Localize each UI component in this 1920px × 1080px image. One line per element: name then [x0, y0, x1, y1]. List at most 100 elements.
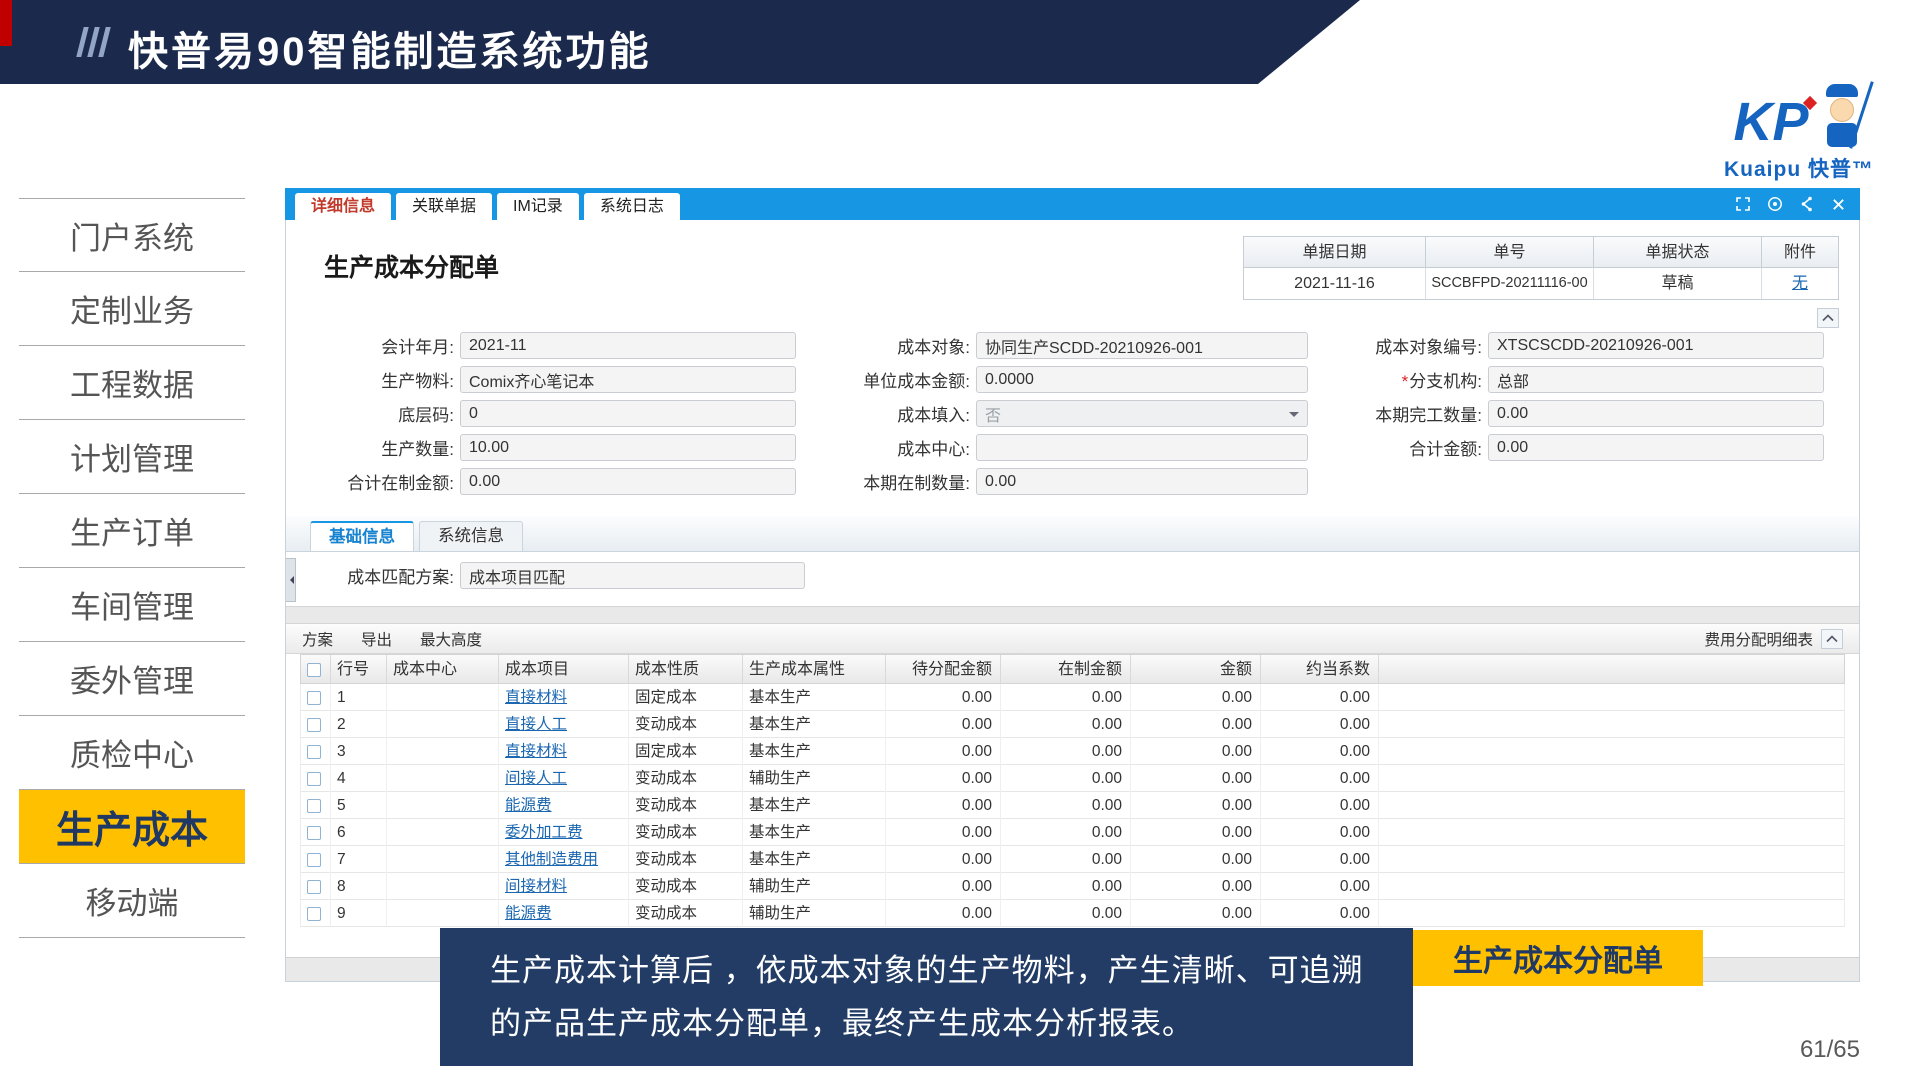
sidebar-item-portal[interactable]: 门户系统	[19, 198, 245, 272]
chevron-down-icon	[1289, 412, 1299, 422]
accounting-period-input[interactable]	[460, 332, 796, 359]
production-material-input[interactable]	[460, 366, 796, 393]
bottom-level-code-input[interactable]	[460, 400, 796, 427]
cost-match-input[interactable]	[460, 562, 805, 589]
doc-date-value: 2021-11-16	[1244, 268, 1426, 299]
col-amount: 金额	[1131, 655, 1261, 685]
cost-grid: 行号 成本中心 成本项目 成本性质 生产成本属性 待分配金额 在制金额 金额 约…	[300, 654, 1845, 927]
sidebar-item-engineering-data[interactable]: 工程数据	[19, 346, 245, 420]
row-checkbox[interactable]	[307, 691, 321, 705]
row-checkbox[interactable]	[307, 745, 321, 759]
subtab-system-info[interactable]: 系统信息	[419, 521, 523, 551]
tab-im-records[interactable]: IM记录	[497, 193, 579, 220]
total-wip-amount-input[interactable]	[460, 468, 796, 495]
col-cost-item: 成本项目	[499, 655, 629, 685]
header-table: 单据日期 单号 单据状态 附件 2021-11-16 SCCBFPD-20211…	[1243, 236, 1839, 300]
attachment-link[interactable]: 无	[1792, 275, 1808, 292]
row-checkbox[interactable]	[307, 772, 321, 786]
scheme-button[interactable]: 方案	[302, 628, 333, 650]
col-cost-nature: 成本性质	[629, 655, 743, 685]
tab-system-log[interactable]: 系统日志	[584, 193, 680, 220]
cost-item-link[interactable]: 间接人工	[505, 770, 567, 787]
caption-line-2: 的产品生产成本分配单，最终产生成本分析报表。	[490, 997, 1383, 1050]
header-collapse-button[interactable]	[1817, 308, 1839, 328]
panel-collapse-handle[interactable]	[286, 558, 296, 602]
wip-qty-input[interactable]	[976, 468, 1308, 495]
row-checkbox[interactable]	[307, 853, 321, 867]
window-tabbar: 详细信息 关联单据 IM记录 系统日志	[285, 188, 1860, 220]
production-qty-input[interactable]	[460, 434, 796, 461]
sidebar-item-production-order[interactable]: 生产订单	[19, 494, 245, 568]
share-icon[interactable]	[1799, 196, 1815, 212]
caption-box: 生产成本计算后 ，依成本对象的生产物料，产生清晰、可追溯 的产品生产成本分配单，…	[440, 928, 1413, 1066]
sidebar-item-custom-business[interactable]: 定制业务	[19, 272, 245, 346]
cost-item-link[interactable]: 间接材料	[505, 878, 567, 895]
table-row[interactable]: 2直接人工变动成本基本生产0.000.000.000.00	[300, 711, 1845, 738]
logo-wordmark: Kuaipu 快普™	[1724, 153, 1874, 183]
chevron-left-icon	[286, 576, 294, 584]
unit-cost-amount-input[interactable]	[976, 366, 1308, 393]
subtab-basic-info[interactable]: 基础信息	[310, 521, 414, 551]
cost-item-link[interactable]: 能源费	[505, 797, 552, 814]
table-row[interactable]: 1直接材料固定成本基本生产0.000.000.000.00	[300, 684, 1845, 711]
table-row[interactable]: 8间接材料变动成本辅助生产0.000.000.000.00	[300, 873, 1845, 900]
sidebar-item-workshop-management[interactable]: 车间管理	[19, 568, 245, 642]
table-row[interactable]: 5能源费变动成本基本生产0.000.000.000.00	[300, 792, 1845, 819]
row-checkbox[interactable]	[307, 799, 321, 813]
col-cost-attr: 生产成本属性	[743, 655, 886, 685]
table-row[interactable]: 4间接人工变动成本辅助生产0.000.000.000.00	[300, 765, 1845, 792]
fullscreen-icon[interactable]	[1735, 196, 1751, 212]
select-all-checkbox[interactable]	[307, 663, 321, 677]
tab-related-documents[interactable]: 关联单据	[396, 193, 492, 220]
cost-item-link[interactable]: 能源费	[505, 905, 552, 922]
row-checkbox[interactable]	[307, 826, 321, 840]
sidebar-item-outsourcing[interactable]: 委外管理	[19, 642, 245, 716]
table-row[interactable]: 3直接材料固定成本基本生产0.000.000.000.00	[300, 738, 1845, 765]
cost-item-link[interactable]: 直接材料	[505, 689, 567, 706]
grid-collapse-button[interactable]	[1821, 629, 1843, 649]
logo-mascot	[1819, 84, 1865, 150]
document-form: 会计年月: 成本对象: 成本对象编号: 生产物料: 单位成本金额: *分支机构:…	[316, 332, 1824, 495]
chevron-up-icon	[1822, 314, 1834, 322]
table-row[interactable]: 6委外加工费变动成本基本生产0.000.000.000.00	[300, 819, 1845, 846]
cost-item-link[interactable]: 委外加工费	[505, 824, 583, 841]
sidebar-item-quality-center[interactable]: 质检中心	[19, 716, 245, 790]
cost-item-link[interactable]: 直接材料	[505, 743, 567, 760]
cost-center-input[interactable]	[976, 434, 1308, 461]
section-splitter	[286, 606, 1859, 624]
cost-object-no-input[interactable]	[1488, 332, 1824, 359]
branch-input[interactable]	[1488, 366, 1824, 393]
attachment-header: 附件	[1762, 237, 1838, 268]
row-checkbox[interactable]	[307, 718, 321, 732]
sidebar-item-mobile[interactable]: 移动端	[19, 864, 245, 938]
sidebar-item-plan-management[interactable]: 计划管理	[19, 420, 245, 494]
logo-mark: KP	[1733, 94, 1808, 150]
cost-fill-select[interactable]: 否	[976, 400, 1308, 427]
tab-detail-info[interactable]: 详细信息	[295, 193, 391, 220]
completed-qty-input[interactable]	[1488, 400, 1824, 427]
kuaipu-logo: KP Kuaipu 快普™	[1704, 84, 1894, 183]
close-icon[interactable]	[1831, 197, 1846, 212]
total-amount-input[interactable]	[1488, 434, 1824, 461]
row-checkbox[interactable]	[307, 907, 321, 921]
row-checkbox[interactable]	[307, 880, 321, 894]
doc-status-header: 单据状态	[1594, 237, 1762, 268]
doc-number-value: SCCBFPD-20211116-00	[1426, 268, 1594, 299]
required-mark: *	[1402, 372, 1409, 391]
sidebar-item-production-cost[interactable]: 生产成本	[19, 790, 245, 864]
slide: 快普易90智能制造系统功能 KP Kuaipu 快普™ 门户系统 定制业务 工程…	[0, 0, 1920, 1080]
max-height-button[interactable]: 最大高度	[420, 628, 482, 650]
cost-item-link[interactable]: 直接人工	[505, 716, 567, 733]
col-coefficient: 约当系数	[1261, 655, 1379, 685]
im-icon[interactable]	[1767, 196, 1783, 212]
cost-item-link[interactable]: 其他制造费用	[505, 851, 598, 868]
export-button[interactable]: 导出	[361, 628, 392, 650]
table-row[interactable]: 9能源费变动成本辅助生产0.000.000.000.00	[300, 900, 1845, 927]
subtab-bar: 基础信息 系统信息	[286, 516, 1859, 552]
sidebar: 门户系统 定制业务 工程数据 计划管理 生产订单 车间管理 委外管理 质检中心 …	[19, 198, 245, 938]
grid-toolbar: 方案 导出 最大高度 费用分配明细表	[286, 624, 1859, 654]
highlight-label: 生产成本分配单	[1413, 930, 1703, 986]
table-row[interactable]: 7其他制造费用变动成本基本生产0.000.000.000.00	[300, 846, 1845, 873]
cost-object-input[interactable]	[976, 332, 1308, 359]
page-number: 61/65	[1800, 1036, 1860, 1064]
